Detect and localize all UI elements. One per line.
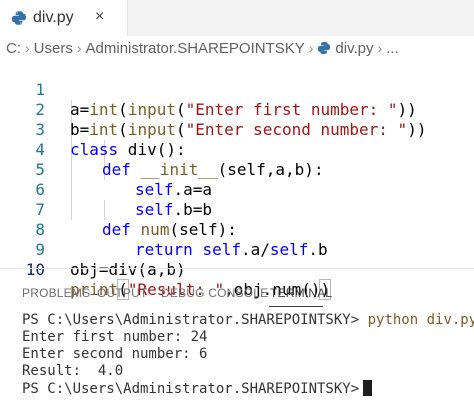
editor-tab-bar: div.py ×	[0, 0, 474, 36]
tab-label: div.py	[33, 9, 74, 26]
tab-debug-console[interactable]: DEBUG CONSOLE	[161, 286, 268, 300]
breadcrumb-item-drive[interactable]: C:	[6, 40, 21, 57]
terminal-line: PS C:\Users\Administrator.SHAREPOINTSKY>	[22, 380, 373, 398]
code-line: 7 def num(self):	[0, 180, 474, 239]
line-code: obj=div(a,b)	[70, 260, 186, 279]
tab-output[interactable]: OUTPUT	[97, 286, 148, 300]
tab-terminal[interactable]: TERMINAL	[270, 286, 332, 300]
breadcrumb-separator: ›	[377, 40, 383, 56]
terminal-line: Result: 4.0	[22, 363, 124, 379]
breadcrumb: C: › Users › Administrator.SHAREPOINTSKY…	[0, 37, 474, 59]
line-number: 10	[25, 260, 45, 279]
terminal-line: Enter second number: 6	[22, 346, 208, 362]
terminal-cursor	[363, 380, 373, 396]
code-line: 2 b=int(input("Enter second number: "))	[0, 80, 474, 139]
breadcrumb-separator: ›	[308, 40, 314, 56]
terminal-line: Enter first number: 24	[22, 329, 208, 345]
code-line: 10 print("Result: ",obj.num())	[0, 240, 474, 300]
breadcrumb-item-users[interactable]: Users	[34, 40, 73, 57]
terminal-command: python div.py	[367, 312, 474, 328]
code-line: 1 a=int(input("Enter first number: "))	[0, 60, 474, 119]
breadcrumb-item-file[interactable]: div.py	[335, 40, 373, 57]
python-icon	[318, 42, 331, 54]
python-icon	[12, 11, 26, 25]
panel-divider	[0, 268, 474, 269]
terminal-prompt: PS C:\Users\Administrator.SHAREPOINTSKY>	[22, 381, 360, 397]
breadcrumb-item-more[interactable]: ...	[386, 40, 399, 57]
close-icon[interactable]: ×	[95, 8, 104, 26]
code-line: 8 return self.a/self.b	[0, 200, 474, 259]
code-line: 3 class div():	[0, 100, 474, 159]
tab-problems[interactable]: PROBLEMS	[22, 286, 90, 300]
code-line: 5 self.a=a	[0, 140, 474, 199]
breadcrumb-item-user-folder[interactable]: Administrator.SHAREPOINTSKY	[86, 40, 305, 57]
active-tab-indicator	[269, 306, 323, 307]
terminal-prompt: PS C:\Users\Administrator.SHAREPOINTSKY>	[22, 312, 360, 328]
code-editor[interactable]: 1 a=int(input("Enter first number: ")) 2…	[0, 60, 474, 300]
breadcrumb-separator: ›	[25, 40, 30, 56]
breadcrumb-separator: ›	[76, 40, 82, 56]
terminal-line: PS C:\Users\Administrator.SHAREPOINTSKY>…	[22, 312, 474, 329]
code-line: 6 self.b=b	[0, 160, 474, 219]
tab-div-py[interactable]: div.py ×	[0, 0, 128, 36]
code-line: 4 def __init__(self,a,b):	[0, 120, 474, 179]
code-line: 9 obj=div(a,b)	[0, 220, 474, 279]
panel-tabs: PROBLEMS OUTPUT DEBUG CONSOLE TERMINAL	[0, 282, 474, 307]
